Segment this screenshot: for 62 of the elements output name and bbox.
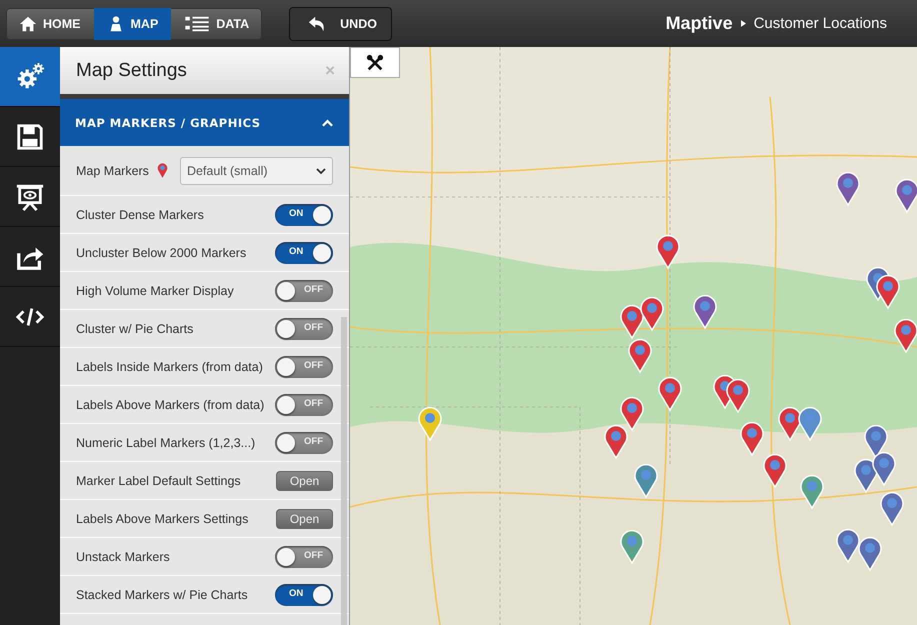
map-marker-icon[interactable] xyxy=(876,274,900,309)
chevron-down-icon xyxy=(316,168,326,174)
map-marker-icon[interactable] xyxy=(693,294,717,329)
map-tools-button[interactable] xyxy=(350,47,400,78)
map-marker-icon[interactable] xyxy=(726,378,750,413)
map-marker-icon[interactable] xyxy=(778,406,802,441)
map-marker-icon[interactable] xyxy=(836,528,860,563)
map-name: Customer Locations xyxy=(754,15,887,32)
setting-label: Cluster Dense Markers xyxy=(76,208,205,222)
brand-name: Maptive xyxy=(666,13,733,34)
setting-label: High Volume Marker Display xyxy=(76,284,235,298)
map-marker-icon[interactable] xyxy=(740,422,764,456)
map-marker-icon[interactable] xyxy=(836,172,860,206)
nav-tab[interactable]: MAP xyxy=(94,8,172,40)
save-icon xyxy=(15,122,45,152)
map-marker-icon[interactable] xyxy=(640,296,664,331)
marker-style-dropdown[interactable]: Default (small) xyxy=(180,156,333,184)
setting-label: Numeric Label Markers (1,2,3...) xyxy=(76,436,256,450)
setting-label: Labels Inside Markers (from data) xyxy=(76,360,264,374)
open-button[interactable]: Open xyxy=(276,508,333,528)
map-marker-icon[interactable] xyxy=(604,424,628,459)
map-marker-icon[interactable] xyxy=(628,338,652,373)
map-marker-icon[interactable] xyxy=(620,530,644,564)
setting-label: Labels Above Markers Settings xyxy=(76,512,250,526)
setting-label: Marker Label Default Settings xyxy=(76,474,242,488)
map-marker-icon[interactable] xyxy=(634,464,658,498)
toggle-switch[interactable]: ON xyxy=(275,204,333,226)
toggle-switch[interactable]: ON xyxy=(275,584,333,606)
map-marker-icon[interactable] xyxy=(656,234,680,269)
map-marker-icon[interactable] xyxy=(798,406,822,441)
setting-label: Uncluster Below 2000 Markers xyxy=(76,246,248,260)
setting-label: Unstack Markers xyxy=(76,550,171,564)
map-marker-icon[interactable] xyxy=(894,318,917,353)
map-marker-icon[interactable] xyxy=(858,536,882,571)
section-header[interactable]: MAP MARKERS / GRAPHICS xyxy=(60,99,349,146)
open-button[interactable]: Open xyxy=(276,470,333,490)
map-marker-icon[interactable] xyxy=(872,452,896,486)
chevron-icon xyxy=(322,118,333,126)
nav-tab[interactable]: DATA xyxy=(171,8,262,40)
nav-tab[interactable]: HOME xyxy=(6,8,94,40)
map-marker-icon[interactable] xyxy=(418,406,442,441)
list-icon xyxy=(184,14,210,32)
map-marker-icon[interactable] xyxy=(658,376,682,411)
map-marker-icon[interactable] xyxy=(620,396,644,431)
setting-label: Cluster w/ Pie Charts xyxy=(76,322,194,336)
scrollbar[interactable] xyxy=(341,317,347,625)
home-icon xyxy=(19,14,37,32)
caret-icon xyxy=(740,20,746,27)
map-marker-icon[interactable] xyxy=(763,454,787,488)
map-marker-icon[interactable] xyxy=(620,304,644,339)
undo-button[interactable]: UNDO xyxy=(289,6,392,40)
setting-label: Labels Above Markers (from data) xyxy=(76,398,266,412)
panel-title: Map Settings xyxy=(76,60,187,82)
setting-label: Map Markers xyxy=(76,164,149,178)
map-pin-icon xyxy=(156,162,168,179)
gears-icon xyxy=(15,62,45,92)
map-marker-icon[interactable] xyxy=(800,474,824,509)
toggle-switch[interactable]: ON xyxy=(275,242,333,264)
map-marker-icon[interactable] xyxy=(895,178,917,213)
setting-label: Stacked Markers w/ Pie Charts xyxy=(76,588,249,602)
tools-icon xyxy=(366,54,384,72)
map-marker-icon[interactable] xyxy=(880,492,904,526)
